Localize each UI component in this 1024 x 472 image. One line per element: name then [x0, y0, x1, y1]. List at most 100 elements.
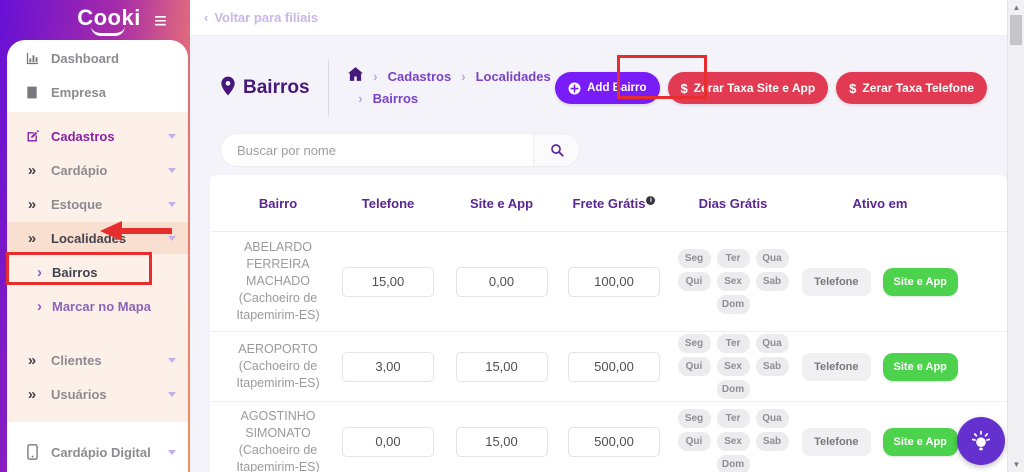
sidebar-item-empresa[interactable]: Empresa	[7, 76, 188, 108]
chevron-down-icon	[168, 168, 176, 173]
day-pill-ter[interactable]: Ter	[717, 334, 750, 353]
sidebar-item-localidades[interactable]: »Localidades	[7, 222, 188, 254]
sidebar-item-usuarios[interactable]: »Usuários	[7, 378, 188, 410]
bairro-name: AGOSTINHO SIMONATO(Cachoeiro de Itapemir…	[224, 402, 332, 472]
breadcrumb-localidades[interactable]: Localidades	[476, 66, 551, 88]
sidebar-item-cardapio[interactable]: »Cardápio	[7, 154, 188, 186]
header-divider	[328, 60, 329, 116]
breadcrumb-bairros[interactable]: Bairros	[373, 88, 419, 110]
sidebar-item-label: Cadastros	[51, 129, 115, 144]
breadcrumb-cadastros[interactable]: Cadastros	[388, 66, 452, 88]
telefone-cell	[332, 267, 444, 297]
frete-gratis-cell	[559, 352, 669, 382]
menu-section-cadastros: Cadastros»Cardápio»Estoque»Localidades›B…	[7, 112, 188, 422]
title-block: Bairros	[220, 76, 328, 101]
ativo-site-app-pill[interactable]: Site e App	[883, 353, 958, 381]
telefone-input[interactable]	[342, 427, 434, 457]
home-icon[interactable]	[348, 66, 363, 88]
page-header: Bairros › Cadastros › Localidades › Bair…	[220, 50, 987, 126]
phone-icon	[23, 444, 41, 460]
day-pill-sex[interactable]: Sex	[717, 272, 750, 291]
map-pin-icon	[220, 76, 236, 101]
ativo-em-cell: Telefone Site e App	[797, 353, 963, 381]
ativo-telefone-pill[interactable]: Telefone	[802, 428, 870, 456]
sidebar-item-marcar-no-mapa[interactable]: ›Marcar no Mapa	[7, 290, 188, 322]
ativo-site-app-pill[interactable]: Site e App	[883, 428, 958, 456]
vertical-scrollbar[interactable]: ▲ ▼	[1007, 0, 1024, 472]
frete-gratis-input[interactable]	[568, 352, 660, 382]
info-icon[interactable]: i	[646, 196, 655, 205]
brand-header: Cooki ≡	[0, 0, 190, 42]
table-row: ABELARDO FERREIRA MACHADO(Cachoeiro de I…	[210, 231, 1007, 331]
back-to-filiais-link[interactable]: ‹Voltar para filiais	[204, 10, 318, 25]
edit-icon	[23, 129, 41, 144]
day-pill-qua[interactable]: Qua	[756, 334, 789, 353]
telefone-input[interactable]	[342, 267, 434, 297]
day-pill-ter[interactable]: Ter	[717, 409, 750, 428]
day-pill-ter[interactable]: Ter	[717, 249, 750, 268]
scroll-up-icon[interactable]: ▲	[1008, 3, 1024, 12]
day-pill-qua[interactable]: Qua	[756, 409, 789, 428]
dollar-icon: $	[849, 81, 856, 96]
hamburger-menu-icon[interactable]: ≡	[154, 10, 176, 32]
day-pill-sab[interactable]: Sab	[756, 272, 789, 291]
search-input[interactable]	[221, 134, 533, 166]
zerar-taxa-telefone-button[interactable]: $ Zerar Taxa Telefone	[836, 72, 987, 104]
site-app-input[interactable]	[456, 267, 548, 297]
chevrons-icon: »	[23, 386, 41, 403]
sidebar-item-label: Clientes	[51, 353, 102, 368]
day-pill-dom[interactable]: Dom	[717, 295, 750, 314]
chevron-left-icon: ‹	[204, 10, 208, 25]
day-pill-sex[interactable]: Sex	[717, 357, 750, 376]
day-pill-seg[interactable]: Seg	[678, 249, 711, 268]
sidebar-item-dashboard[interactable]: Dashboard	[7, 42, 188, 74]
site-app-input[interactable]	[456, 427, 548, 457]
day-pill-sex[interactable]: Sex	[717, 432, 750, 451]
site-app-cell	[444, 352, 559, 382]
col-bairro: Bairro	[224, 196, 332, 211]
chevron-down-icon	[168, 202, 176, 207]
site-app-input[interactable]	[456, 352, 548, 382]
day-pill-qua[interactable]: Qua	[756, 249, 789, 268]
help-lightbulb-fab[interactable]	[957, 417, 1005, 465]
zerar-taxa-site-app-button[interactable]: $ Zerar Taxa Site e App	[668, 72, 829, 104]
day-pill-sab[interactable]: Sab	[756, 432, 789, 451]
chevron-right-icon: ›	[37, 299, 42, 314]
scroll-down-icon[interactable]: ▼	[1008, 460, 1024, 469]
search-button[interactable]	[533, 134, 579, 166]
brand-name: Cooki	[77, 5, 141, 30]
day-pill-sab[interactable]: Sab	[756, 357, 789, 376]
col-frete-gratis: Frete Grátisi	[559, 196, 669, 211]
sidebar-item-cadastros[interactable]: Cadastros	[7, 120, 188, 152]
telefone-cell	[332, 352, 444, 382]
day-pill-qui[interactable]: Qui	[678, 432, 711, 451]
sidebar-item-bairros[interactable]: ›Bairros	[7, 256, 188, 288]
sidebar-item-estoque[interactable]: »Estoque	[7, 188, 188, 220]
add-bairro-button[interactable]: Add Bairro	[555, 72, 659, 104]
site-app-cell	[444, 267, 559, 297]
chevron-down-icon	[168, 134, 176, 139]
app-window: Cooki ≡ DashboardEmpresa Cadastros»Cardá…	[0, 0, 1024, 472]
breadcrumb: › Cadastros › Localidades › Bairros	[348, 66, 555, 110]
ativo-telefone-pill[interactable]: Telefone	[802, 268, 870, 296]
sidebar-item-cardapio-digital[interactable]: Cardápio Digital	[7, 436, 188, 468]
site-app-cell	[444, 427, 559, 457]
day-pill-qui[interactable]: Qui	[678, 272, 711, 291]
day-pill-seg[interactable]: Seg	[678, 334, 711, 353]
chevron-down-icon	[168, 450, 176, 455]
sidebar-item-clientes[interactable]: »Clientes	[7, 344, 188, 376]
frete-gratis-input[interactable]	[568, 267, 660, 297]
col-site-app: Site e App	[444, 196, 559, 211]
scrollbar-thumb[interactable]	[1010, 15, 1022, 45]
breadcrumb-separator: ›	[461, 66, 465, 88]
day-pill-qui[interactable]: Qui	[678, 357, 711, 376]
day-pill-dom[interactable]: Dom	[717, 380, 750, 399]
sidebar-item-label: Cardápio	[51, 163, 107, 178]
frete-gratis-input[interactable]	[568, 427, 660, 457]
day-pill-dom[interactable]: Dom	[717, 455, 750, 472]
day-pill-seg[interactable]: Seg	[678, 409, 711, 428]
page-title: Bairros	[243, 77, 310, 99]
telefone-input[interactable]	[342, 352, 434, 382]
ativo-site-app-pill[interactable]: Site e App	[883, 268, 958, 296]
ativo-telefone-pill[interactable]: Telefone	[802, 353, 870, 381]
